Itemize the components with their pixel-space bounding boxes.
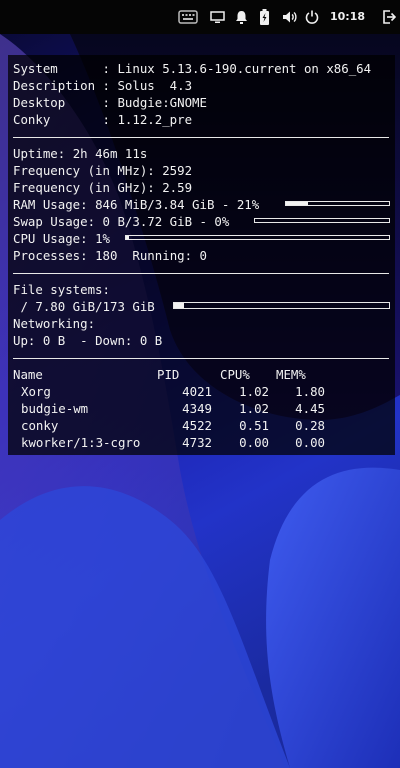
processes-label: Processes: [13, 248, 88, 263]
conky-version-value: 1.12.2_pre [117, 112, 193, 127]
column-header-mem: MEM% [276, 367, 306, 382]
process-name: budgie-wm [21, 401, 89, 416]
freq-mhz-label: Frequency (in MHz): [13, 163, 155, 178]
swap-label: Swap Usage: [13, 214, 96, 229]
cpu-usage-bar [125, 235, 390, 240]
cpu-label: CPU Usage: [13, 231, 88, 246]
conky-panel: System : Linux 5.13.6-190.current on x86… [8, 55, 395, 455]
desktop-value: Budgie:GNOME [117, 95, 207, 110]
description-value: Solus 4.3 [117, 78, 193, 93]
ram-value: 846 MiB/3.84 GiB - 21% [95, 197, 260, 212]
freq-ghz-value: 2.59 [162, 180, 193, 195]
conky-version-row: Conky : 1.12.2_pre [13, 112, 193, 127]
processes-value: 180 [95, 248, 118, 263]
root-fs-row: / 7.80 GiB/173 GiB [13, 298, 155, 315]
freq-mhz-row: Frequency (in MHz): 2592 [13, 162, 192, 179]
running-label: Running: [132, 248, 193, 263]
process-name: Xorg [21, 384, 51, 399]
processes-row: Processes: 180 Running: 0 [13, 247, 207, 264]
root-fs-usage-bar [173, 302, 390, 309]
process-cpu: 1.02 [239, 401, 269, 416]
process-mem: 0.28 [295, 418, 325, 433]
running-value: 0 [199, 248, 208, 263]
cpu-value: 1% [95, 231, 110, 246]
process-cpu: 0.00 [239, 435, 269, 450]
divider [13, 358, 389, 359]
table-row: kworker/1:3-cgro 4732 0.00 0.00 [13, 434, 389, 451]
cpu-usage-bar-fill [126, 236, 129, 239]
table-row: budgie-wm 4349 1.02 4.45 [13, 400, 389, 417]
uptime-row: Uptime: 2h 46m 11s [13, 145, 147, 162]
networking-heading: Networking: [13, 316, 96, 331]
clock[interactable]: 10:18 [330, 8, 365, 26]
process-name: kworker/1:3-cgro [21, 435, 141, 450]
uptime-label: Uptime: [13, 146, 66, 161]
process-pid: 4021 [182, 384, 212, 399]
volume-icon[interactable] [280, 9, 300, 25]
table-row: Xorg 4021 1.02 1.80 [13, 383, 389, 400]
ram-row: RAM Usage: 846 MiB/3.84 GiB - 21% [13, 196, 259, 213]
keyboard-icon[interactable] [177, 9, 199, 25]
root-fs-value: / 7.80 GiB/173 GiB [20, 299, 155, 314]
description-row: Description : Solus 4.3 [13, 78, 193, 93]
swap-row: Swap Usage: 0 B/3.72 GiB - 0% [13, 213, 229, 230]
process-name: conky [21, 418, 59, 433]
top-panel: 10:18 [0, 0, 400, 34]
battery-charging-icon[interactable] [255, 9, 273, 25]
freq-ghz-row: Frequency (in GHz): 2.59 [13, 179, 192, 196]
uptime-value: 2h 46m 11s [72, 146, 148, 161]
system-row: System : Linux 5.13.6-190.current on x86… [13, 61, 372, 76]
down-value: 0 B [139, 333, 163, 348]
root-fs-usage-bar-fill [174, 303, 184, 308]
power-icon[interactable] [303, 9, 321, 25]
freq-mhz-value: 2592 [162, 163, 193, 178]
network-row: Up: 0 B - Down: 0 B [13, 332, 162, 349]
process-pid: 4522 [182, 418, 212, 433]
process-cpu: 0.51 [239, 418, 269, 433]
divider [13, 273, 389, 274]
up-value: 0 B [42, 333, 66, 348]
logout-icon[interactable] [380, 9, 398, 25]
column-header-cpu: CPU% [220, 367, 250, 382]
column-header-pid: PID [157, 367, 180, 382]
process-table-header: Name PID CPU% MEM% [13, 366, 389, 383]
cpu-row: CPU Usage: 1% [13, 230, 110, 247]
description-label: Description [13, 78, 96, 93]
swap-value: 0 B/3.72 GiB - 0% [102, 214, 230, 229]
process-pid: 4349 [182, 401, 212, 416]
process-cpu: 1.02 [239, 384, 269, 399]
ram-usage-bar-fill [286, 202, 308, 205]
process-mem: 1.80 [295, 384, 325, 399]
desktop-label: Desktop [13, 95, 66, 110]
process-mem: 0.00 [295, 435, 325, 450]
desktop-row: Desktop : Budgie:GNOME [13, 95, 207, 110]
column-header-name: Name [13, 367, 43, 382]
down-label: - Down: [80, 333, 133, 348]
system-label: System [13, 61, 58, 76]
filesystems-heading: File systems: [13, 282, 110, 297]
freq-ghz-label: Frequency (in GHz): [13, 180, 155, 195]
ram-usage-bar [285, 201, 390, 206]
display-icon[interactable] [208, 9, 226, 25]
system-value: Linux 5.13.6-190.current on x86_64 [117, 61, 372, 76]
table-row: conky 4522 0.51 0.28 [13, 417, 389, 434]
process-mem: 4.45 [295, 401, 325, 416]
bell-icon[interactable] [232, 9, 250, 25]
process-pid: 4732 [182, 435, 212, 450]
swap-usage-bar [254, 218, 390, 223]
up-label: Up: [13, 333, 36, 348]
conky-label: Conky [13, 112, 51, 127]
ram-label: RAM Usage: [13, 197, 88, 212]
divider [13, 137, 389, 138]
